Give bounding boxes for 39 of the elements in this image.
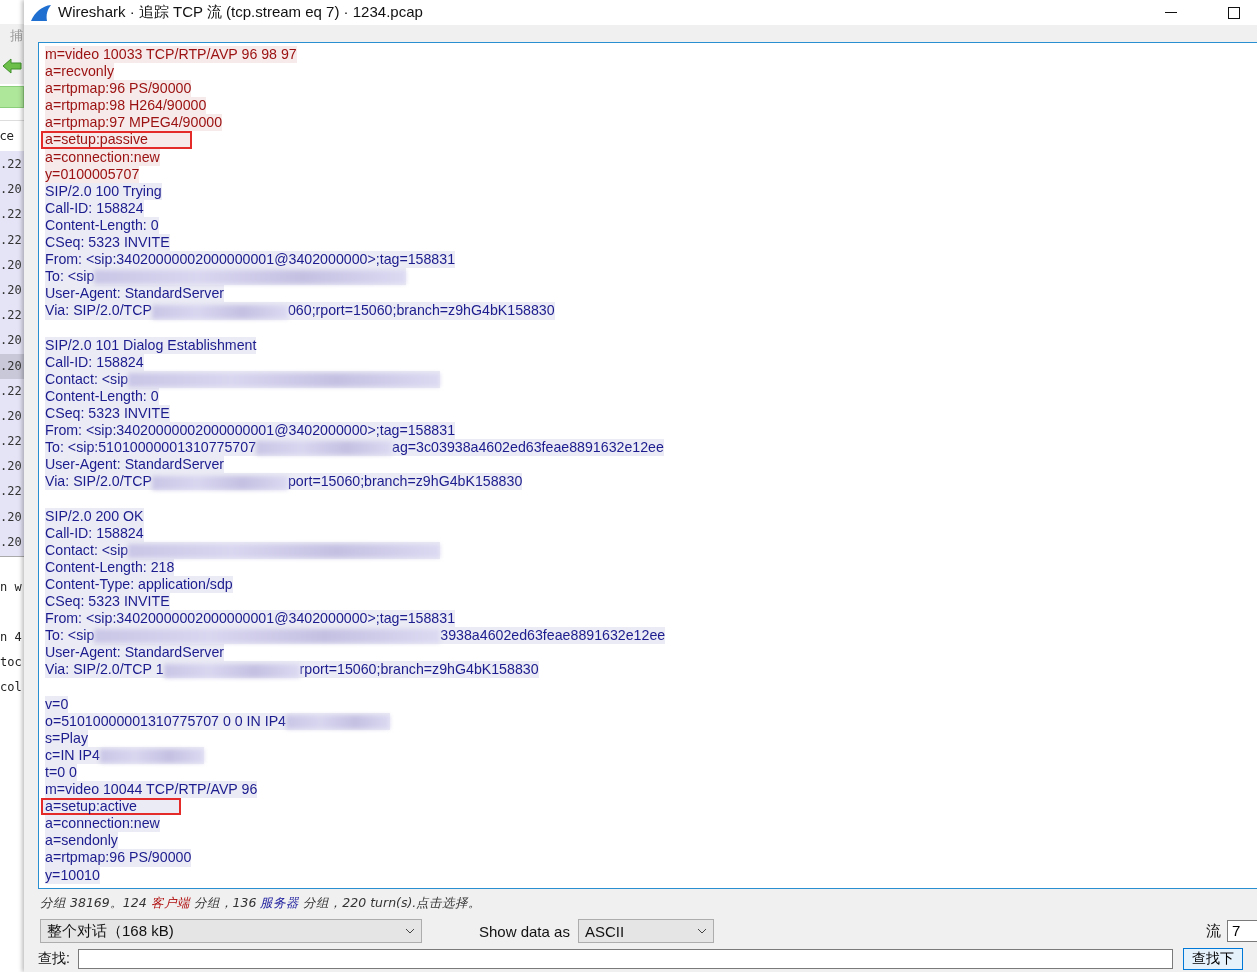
shark-fin-icon: [30, 3, 52, 22]
packet-row[interactable]: .22: [0, 227, 24, 253]
packet-row[interactable]: .22: [0, 152, 24, 178]
stream-summary: 分组 38169。124 客户端 分组，136 服务器 分组，220 turn(s).点击选择。: [39, 894, 483, 912]
stream-label: 流: [1206, 921, 1221, 941]
find-next-button[interactable]: 查找下: [1182, 948, 1243, 970]
packet-row[interactable]: .22: [0, 429, 24, 455]
column-header: ce: [0, 129, 14, 143]
chevron-down-icon: [405, 928, 415, 934]
console-text: n w: [0, 579, 23, 596]
packet-row[interactable]: .22: [0, 479, 24, 505]
back-arrow-icon[interactable]: [2, 58, 22, 74]
packet-row[interactable]: .20: [0, 328, 24, 354]
packet-row[interactable]: .20: [0, 252, 24, 278]
toolbar-label: 捕: [10, 27, 23, 45]
packet-row[interactable]: .20: [0, 529, 24, 555]
window-title: Wireshark · 追踪 TCP 流 (tcp.stream eq 7) · 1234.pcap: [58, 3, 423, 22]
packet-row[interactable]: .20: [0, 504, 24, 530]
find-field[interactable]: [77, 949, 1173, 969]
stream-number-field[interactable]: 7: [1227, 920, 1257, 942]
packet-row[interactable]: .22: [0, 378, 24, 404]
console-text: col: [0, 679, 23, 696]
chevron-down-icon: [696, 928, 707, 934]
packet-row[interactable]: .20: [0, 277, 24, 304]
packet-row[interactable]: .20: [0, 177, 24, 203]
show-data-as-label: Show data as: [479, 922, 570, 940]
console-text: toc: [0, 654, 23, 671]
console-text: n 4: [0, 629, 23, 646]
find-label: 查找:: [38, 950, 70, 968]
packet-row[interactable]: .20: [0, 454, 24, 480]
stream-text-area[interactable]: [38, 42, 1257, 889]
minimize-icon: [1165, 11, 1177, 14]
maximize-icon: [1228, 6, 1240, 19]
conversation-dropdown[interactable]: 整个对话（168 kB): [40, 919, 422, 943]
encoding-dropdown[interactable]: ASCII: [577, 919, 714, 943]
packet-row[interactable]: .20: [0, 403, 24, 430]
packet-row[interactable]: .20: [0, 353, 24, 379]
packet-row[interactable]: .22: [0, 202, 24, 228]
packet-row[interactable]: .22: [0, 303, 24, 329]
